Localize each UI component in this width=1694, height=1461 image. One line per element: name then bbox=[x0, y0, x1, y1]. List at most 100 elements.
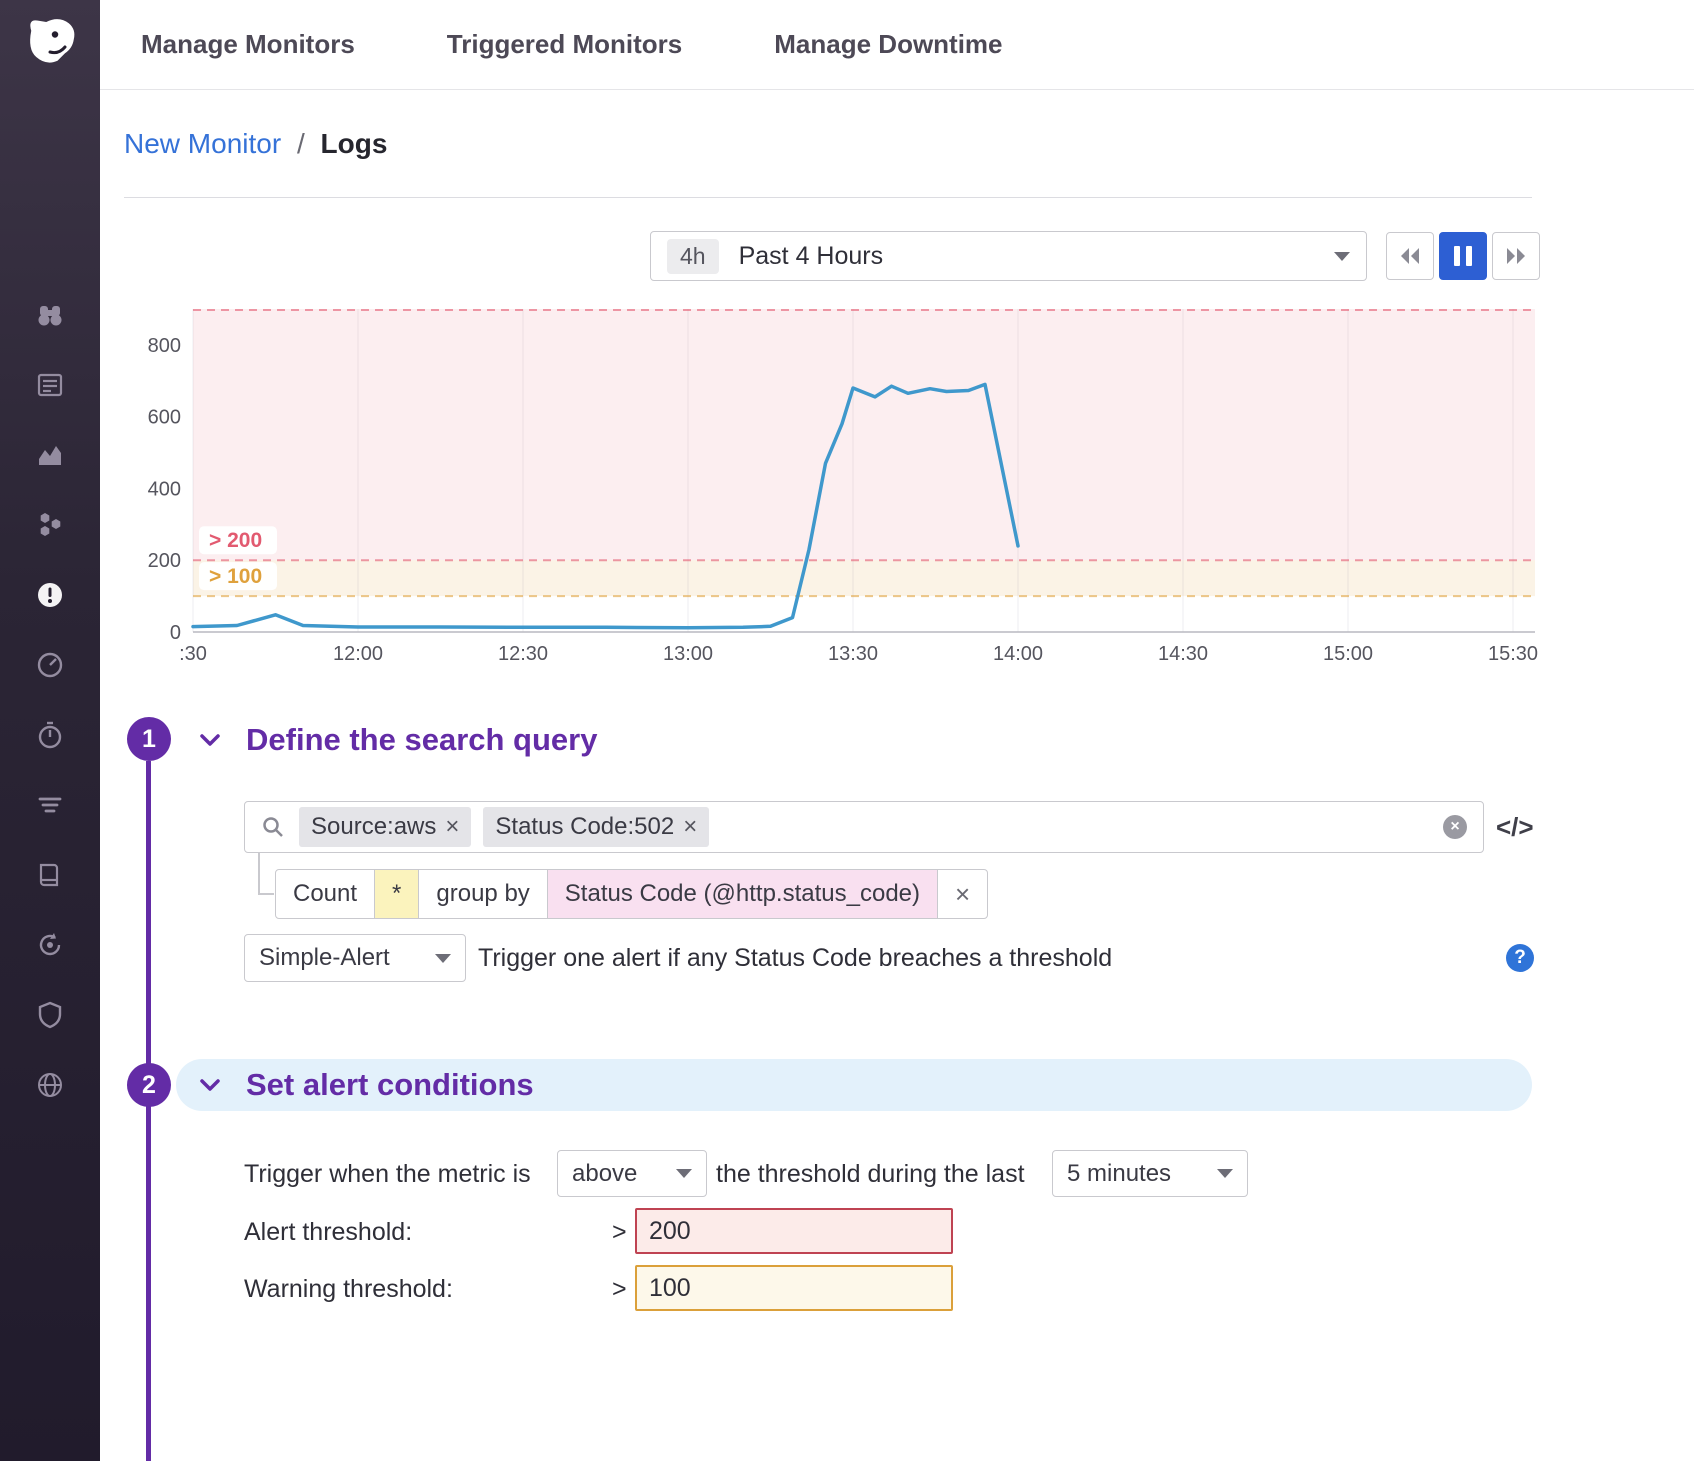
monitor-create-page: Manage Monitors Triggered Monitors Manag… bbox=[0, 0, 1694, 1461]
tag-remove-icon[interactable]: × bbox=[445, 815, 459, 839]
step-1-title: Define the search query bbox=[246, 722, 597, 758]
svg-text:12:30: 12:30 bbox=[498, 643, 548, 665]
operator-value: above bbox=[572, 1160, 637, 1188]
step-2-badge: 2 bbox=[127, 1063, 171, 1107]
chevron-down-icon bbox=[435, 954, 451, 963]
chevron-down-icon bbox=[1217, 1169, 1233, 1178]
svg-text:200: 200 bbox=[148, 550, 181, 572]
sidebar-item-synthetics[interactable] bbox=[35, 1070, 65, 1100]
step-1-collapse-chevron-icon[interactable] bbox=[197, 727, 223, 758]
breadcrumb-new-monitor-link[interactable]: New Monitor bbox=[124, 128, 281, 159]
datadog-logo[interactable] bbox=[20, 12, 80, 72]
alert-type-dropdown[interactable]: Simple-Alert bbox=[244, 934, 466, 982]
svg-text:600: 600 bbox=[148, 407, 181, 429]
svg-text:400: 400 bbox=[148, 478, 181, 500]
search-tag-label: Source:aws bbox=[311, 813, 436, 841]
search-icon bbox=[261, 815, 285, 839]
alert-type-value: Simple-Alert bbox=[259, 944, 390, 972]
sidebar bbox=[0, 0, 100, 1461]
trigger-prefix-text: Trigger when the metric is bbox=[244, 1160, 531, 1189]
svg-text:15:00: 15:00 bbox=[1323, 643, 1373, 665]
sidebar-item-events[interactable] bbox=[35, 370, 65, 400]
operator-dropdown[interactable]: above bbox=[557, 1150, 707, 1197]
security-shield-icon bbox=[35, 1000, 65, 1030]
svg-text:> 200: > 200 bbox=[209, 529, 262, 552]
group-by-facet[interactable]: Status Code (@http.status_code) bbox=[547, 870, 937, 918]
forward-button[interactable] bbox=[1492, 232, 1540, 280]
time-range-badge: 4h bbox=[667, 239, 719, 274]
top-nav: Manage Monitors Triggered Monitors Manag… bbox=[100, 0, 1694, 90]
sidebar-item-ci[interactable] bbox=[35, 930, 65, 960]
time-range-label: Past 4 Hours bbox=[739, 242, 884, 271]
clear-search-icon[interactable]: × bbox=[1443, 815, 1467, 839]
warning-threshold-input[interactable] bbox=[635, 1265, 953, 1311]
remove-group-icon[interactable]: × bbox=[937, 870, 987, 918]
svg-text:0: 0 bbox=[170, 622, 181, 644]
search-tag[interactable]: Source:aws × bbox=[299, 807, 471, 847]
sidebar-item-logs[interactable] bbox=[35, 860, 65, 890]
tag-remove-icon[interactable]: × bbox=[683, 815, 697, 839]
svg-text:800: 800 bbox=[148, 335, 181, 357]
trigger-suffix-text: the threshold during the last bbox=[716, 1160, 1025, 1189]
monitors-alert-icon bbox=[35, 580, 65, 610]
nav-manage-downtime[interactable]: Manage Downtime bbox=[774, 29, 1002, 60]
svg-text:13:30: 13:30 bbox=[828, 643, 878, 665]
search-query-input[interactable]: Source:aws × Status Code:502 × × bbox=[244, 801, 1484, 853]
help-icon[interactable]: ? bbox=[1506, 944, 1534, 972]
svg-text:14:00: 14:00 bbox=[993, 643, 1043, 665]
code-view-button[interactable]: </> bbox=[1496, 812, 1534, 843]
svg-text::30: :30 bbox=[179, 643, 207, 665]
time-range-selector[interactable]: 4h Past 4 Hours bbox=[650, 231, 1367, 281]
nav-manage-monitors[interactable]: Manage Monitors bbox=[141, 29, 355, 60]
step-2-title: Set alert conditions bbox=[246, 1067, 534, 1103]
events-list-icon bbox=[35, 370, 65, 400]
alert-gt-symbol: > bbox=[612, 1218, 627, 1247]
svg-text:14:30: 14:30 bbox=[1158, 643, 1208, 665]
chevron-down-icon bbox=[1334, 252, 1350, 261]
measure-star[interactable]: * bbox=[374, 870, 418, 918]
rewind-icon bbox=[1398, 246, 1422, 266]
time-window-value: 5 minutes bbox=[1067, 1160, 1171, 1188]
group-by-label: group by bbox=[418, 870, 546, 918]
step-2-collapse-chevron-icon[interactable] bbox=[197, 1072, 223, 1103]
sidebar-item-apm[interactable] bbox=[35, 720, 65, 750]
sidebar-item-watchdog[interactable] bbox=[35, 300, 65, 330]
metrics-chart-icon bbox=[35, 440, 65, 470]
alert-threshold-label: Alert threshold: bbox=[244, 1218, 412, 1247]
svg-text:> 100: > 100 bbox=[209, 565, 262, 588]
warning-gt-symbol: > bbox=[612, 1275, 627, 1304]
sidebar-item-infrastructure[interactable] bbox=[35, 510, 65, 540]
nav-triggered-monitors[interactable]: Triggered Monitors bbox=[447, 29, 682, 60]
measure-select[interactable]: Count bbox=[276, 870, 374, 918]
synthetics-globe-icon bbox=[35, 1070, 65, 1100]
svg-text:15:30: 15:30 bbox=[1488, 643, 1538, 665]
svg-text:13:00: 13:00 bbox=[663, 643, 713, 665]
alert-type-description: Trigger one alert if any Status Code bre… bbox=[478, 944, 1112, 973]
sidebar-item-security[interactable] bbox=[35, 1000, 65, 1030]
measure-group-row: Count * group by Status Code (@http.stat… bbox=[275, 869, 988, 919]
datadog-dog-icon bbox=[20, 12, 80, 72]
query-connector bbox=[258, 853, 274, 895]
step-1-badge: 1 bbox=[127, 717, 171, 761]
binoculars-icon bbox=[35, 300, 65, 330]
divider bbox=[124, 197, 1532, 198]
ci-cycle-icon bbox=[35, 930, 65, 960]
search-tag-label: Status Code:502 bbox=[495, 813, 674, 841]
sidebar-item-monitors[interactable] bbox=[35, 580, 65, 610]
search-tag[interactable]: Status Code:502 × bbox=[483, 807, 709, 847]
step-connector-line bbox=[146, 761, 151, 1461]
dashboards-gauge-icon bbox=[35, 650, 65, 680]
sidebar-item-metrics[interactable] bbox=[35, 440, 65, 470]
breadcrumb: New Monitor / Logs bbox=[124, 128, 387, 160]
forward-icon bbox=[1504, 246, 1528, 266]
sidebar-item-pipelines[interactable] bbox=[35, 790, 65, 820]
time-window-dropdown[interactable]: 5 minutes bbox=[1052, 1150, 1248, 1197]
monitor-preview-chart: 0 200 400 600 800 :30 12:00 12:30 13:00 13:30 14:0… bbox=[148, 303, 1540, 665]
playback-controls bbox=[1386, 232, 1540, 280]
svg-text:12:00: 12:00 bbox=[333, 643, 383, 665]
alert-threshold-input[interactable] bbox=[635, 1208, 953, 1254]
pause-button[interactable] bbox=[1439, 232, 1487, 280]
sidebar-item-dashboards[interactable] bbox=[35, 650, 65, 680]
rewind-button[interactable] bbox=[1386, 232, 1434, 280]
apm-stopwatch-icon bbox=[35, 720, 65, 750]
